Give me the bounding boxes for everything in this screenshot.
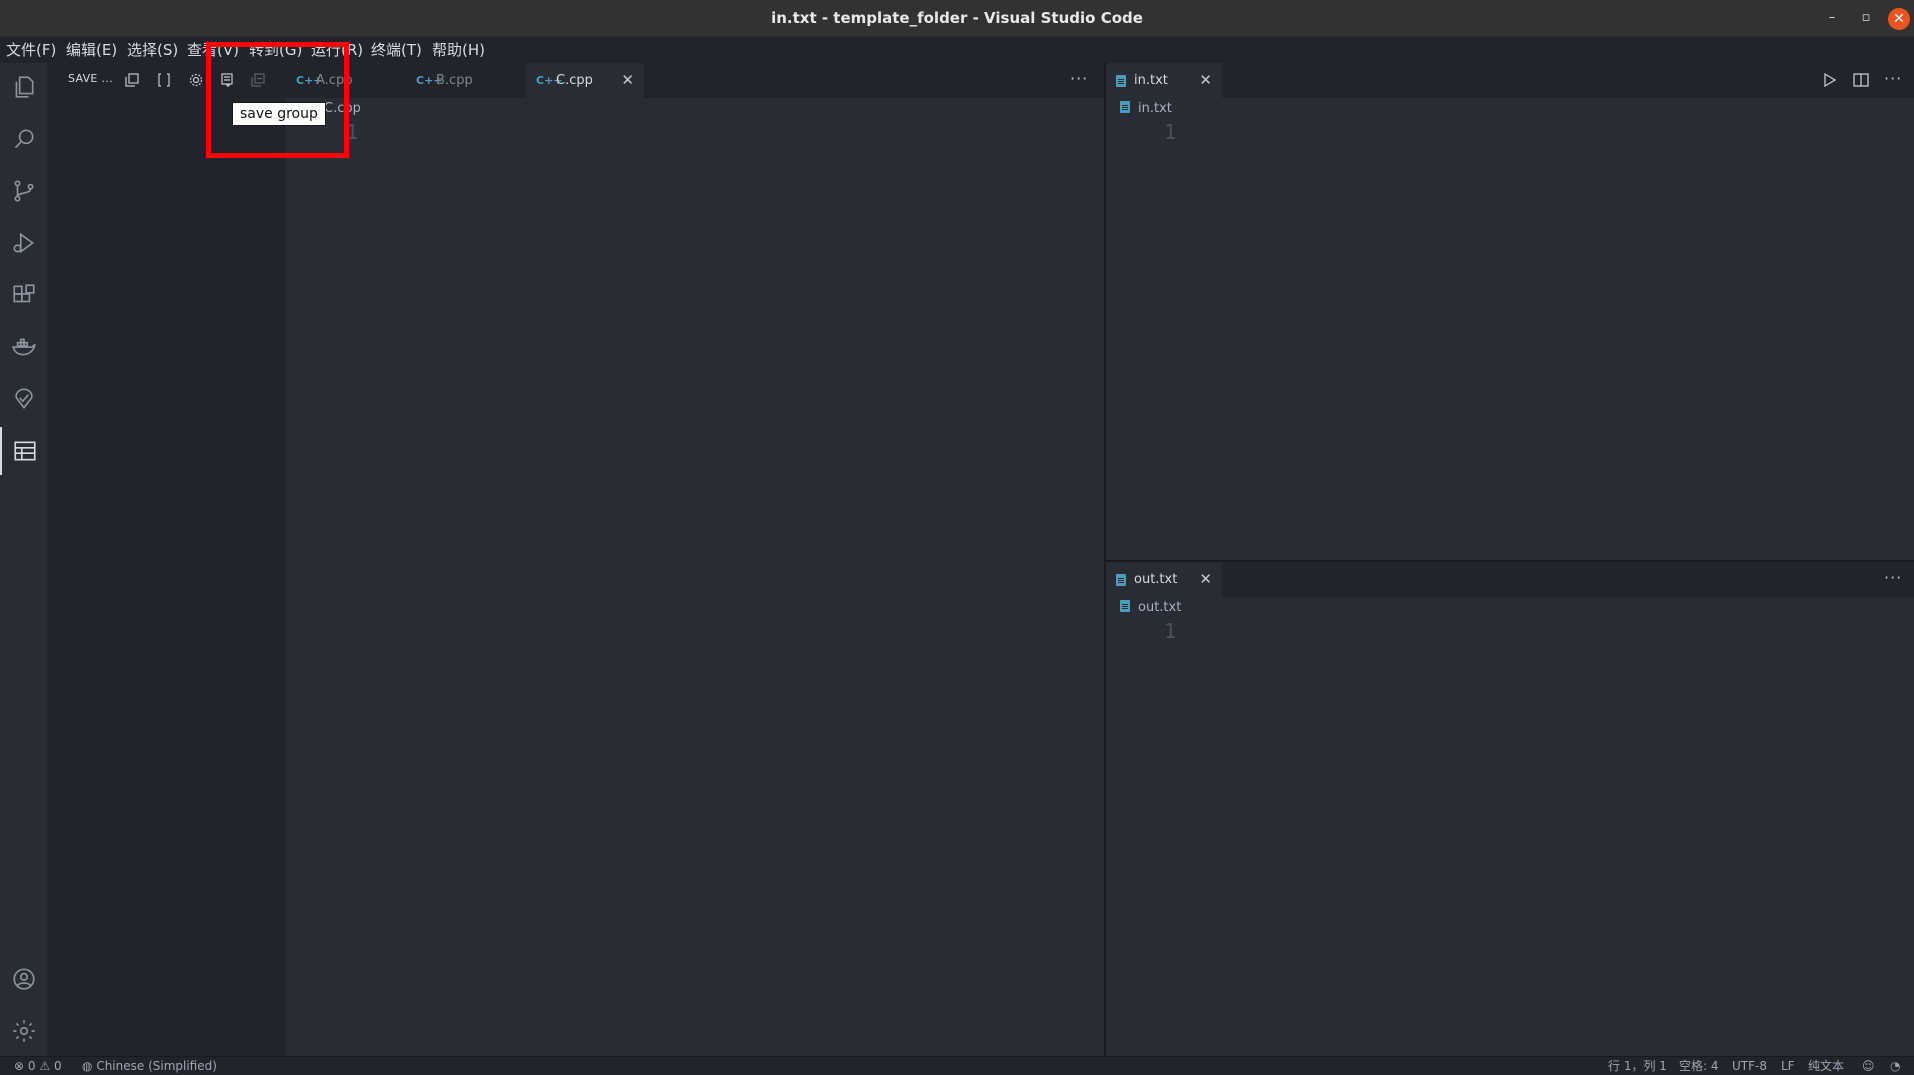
tab-label: C.cpp [556, 73, 593, 88]
tab-in-txt[interactable]: in.txt ✕ [1106, 63, 1222, 98]
line-number: 1 [346, 120, 359, 144]
tab-label: out.txt [1134, 572, 1178, 587]
more-actions-icon[interactable]: ··· [1070, 69, 1088, 88]
window-title: in.txt - template_folder - Visual Studio… [771, 9, 1143, 27]
collapse-all-icon[interactable] [248, 70, 268, 90]
settings-gear-icon[interactable] [0, 1007, 48, 1055]
template-manager-icon[interactable] [0, 427, 48, 475]
bottom-right-tabbar: out.txt ✕ ··· [1106, 562, 1914, 597]
close-icon[interactable]: ✕ [1199, 562, 1212, 597]
text-file-icon [1120, 101, 1130, 113]
split-editor-icon[interactable] [1852, 71, 1872, 91]
menu-run[interactable]: 运行(R) [311, 37, 363, 63]
error-count: 0 [27, 1059, 36, 1073]
encoding[interactable]: UTF-8 [1732, 1057, 1767, 1075]
sidebar-title: SAVE ... [68, 72, 113, 85]
more-actions-icon[interactable]: ··· [1884, 568, 1902, 587]
left-editor-tabbar: C++ A.cpp C++ B.cpp C++ C.cpp ✕ ··· [286, 63, 1104, 98]
gear-icon[interactable] [186, 70, 206, 90]
account-icon[interactable] [0, 955, 48, 1003]
extensions-icon[interactable] [0, 271, 48, 319]
top-right-tabbar: in.txt ✕ ··· [1106, 63, 1914, 98]
tab-b-cpp[interactable]: C++ B.cpp [406, 63, 524, 98]
in-txt-editor[interactable]: in.txt 1 [1106, 98, 1914, 560]
breadcrumb-label: out.txt [1138, 600, 1182, 615]
line-number: 1 [1164, 120, 1177, 144]
tab-label: B.cpp [436, 73, 473, 88]
menu-selection[interactable]: 选择(S) [127, 37, 178, 63]
menu-help[interactable]: 帮助(H) [432, 37, 485, 63]
indentation[interactable]: 空格: 4 [1679, 1057, 1719, 1075]
menu-edit[interactable]: 编辑(E) [66, 37, 117, 63]
warning-icon: ⚠ [39, 1059, 51, 1073]
tab-a-cpp[interactable]: C++ A.cpp [286, 63, 404, 98]
problems-indicator[interactable]: ⊗ 0 ⚠ 0 [14, 1057, 62, 1075]
breadcrumb-label: in.txt [1138, 101, 1172, 116]
search-icon[interactable] [0, 115, 48, 163]
menu-bar: 文件(F) 编辑(E) 选择(S) 查看(V) 转到(G) 运行(R) 终端(T… [0, 37, 1914, 63]
language-mode[interactable]: 纯文本 [1808, 1057, 1844, 1075]
out-txt-editor[interactable]: out.txt 1 [1106, 597, 1914, 1056]
maximize-button[interactable]: ▫ [1856, 8, 1876, 28]
close-icon[interactable]: ✕ [1199, 63, 1212, 98]
close-window-button[interactable]: ✕ [1888, 8, 1910, 30]
menu-view[interactable]: 查看(V) [187, 37, 239, 63]
cursor-position[interactable]: 行 1，列 1 [1608, 1057, 1667, 1075]
globe-icon: ◍ [82, 1059, 93, 1073]
brackets-icon[interactable] [154, 70, 174, 90]
sidebar: SAVE ... [48, 63, 286, 1056]
bell-icon[interactable]: ◔ [1890, 1057, 1900, 1075]
text-file-icon [1116, 75, 1126, 87]
minimize-button[interactable]: – [1822, 8, 1842, 28]
breadcrumb[interactable]: in.txt [1120, 98, 1172, 120]
tab-out-txt[interactable]: out.txt ✕ [1106, 562, 1222, 597]
menu-terminal[interactable]: 终端(T) [371, 37, 422, 63]
breadcrumb[interactable]: C.cpp [324, 98, 361, 120]
end-of-line[interactable]: LF [1781, 1057, 1795, 1075]
menu-go[interactable]: 转到(G) [249, 37, 302, 63]
source-control-icon[interactable] [0, 167, 48, 215]
save-group-tooltip: save group [232, 102, 326, 126]
explorer-icon[interactable] [0, 63, 48, 111]
tab-c-cpp[interactable]: C++ C.cpp ✕ [526, 63, 644, 98]
test-explorer-icon[interactable] [0, 375, 48, 423]
save-group-icon[interactable] [218, 70, 238, 90]
title-bar: in.txt - template_folder - Visual Studio… [0, 0, 1914, 37]
tab-label: in.txt [1134, 73, 1168, 88]
line-number: 1 [1164, 619, 1177, 643]
tab-label: A.cpp [316, 73, 353, 88]
text-file-icon [1116, 574, 1126, 586]
warning-count: 0 [53, 1059, 62, 1073]
menu-file[interactable]: 文件(F) [6, 37, 56, 63]
language-pack-label: Chinese (Simplified) [96, 1059, 217, 1073]
breadcrumb[interactable]: out.txt [1120, 597, 1181, 619]
left-editor[interactable]: C.cpp 1 [286, 98, 1104, 1056]
close-icon[interactable]: ✕ [621, 63, 634, 98]
text-file-icon [1120, 600, 1130, 612]
error-icon: ⊗ [14, 1059, 25, 1073]
copy-icon[interactable] [122, 70, 142, 90]
feedback-icon[interactable]: ☺ [1862, 1057, 1875, 1075]
run-debug-icon[interactable] [0, 219, 48, 267]
run-icon[interactable] [1820, 71, 1840, 91]
activity-bar [0, 63, 48, 1056]
language-pack-item[interactable]: ◍ Chinese (Simplified) [82, 1057, 217, 1075]
more-actions-icon[interactable]: ··· [1884, 69, 1902, 88]
status-bar: ⊗ 0 ⚠ 0 ◍ Chinese (Simplified) 行 1，列 1 空… [0, 1056, 1914, 1075]
docker-icon[interactable] [0, 323, 48, 371]
